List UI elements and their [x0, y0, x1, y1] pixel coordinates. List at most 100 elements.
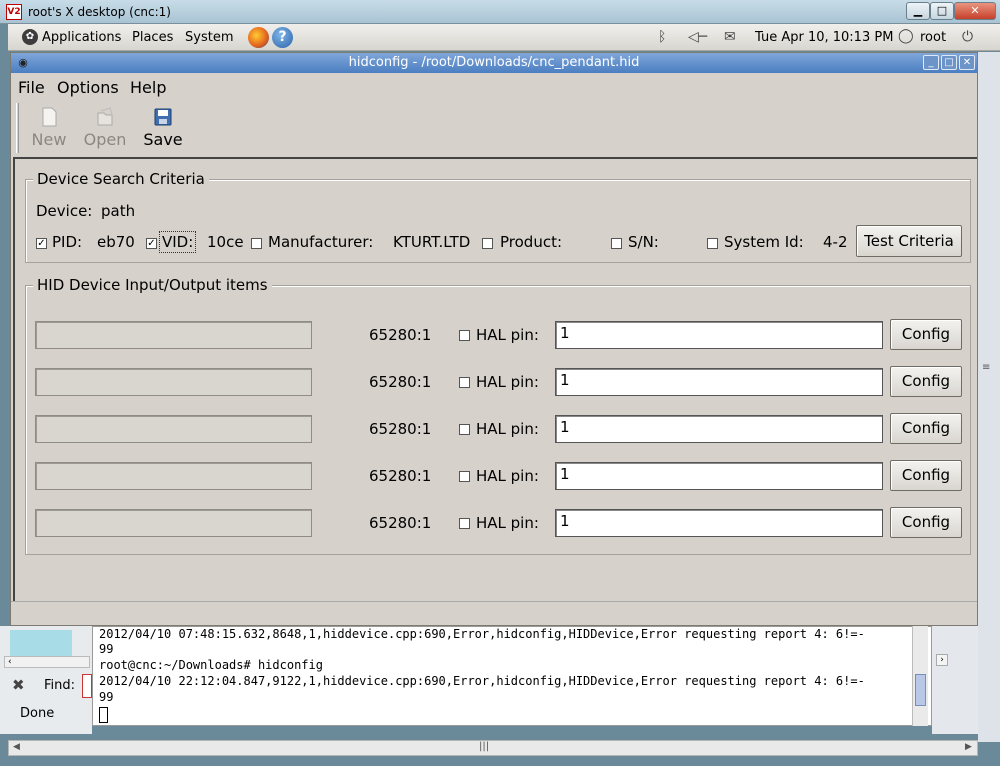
product-checkbox[interactable]	[482, 238, 493, 249]
open-button[interactable]: Open	[81, 103, 129, 153]
applications-menu[interactable]: Applications	[42, 30, 121, 45]
config-button[interactable]: Config	[890, 460, 962, 491]
scroll-left-arrow-icon[interactable]: ◀	[13, 742, 20, 752]
hidconfig-window-title: hidconfig - /root/Downloads/cnc_pendant.…	[348, 55, 640, 70]
hal-pin-checkbox[interactable]	[459, 471, 470, 482]
vnc-window-title: root's X desktop (cnc:1)	[28, 5, 171, 19]
vid-checkbox[interactable]: ✓	[146, 238, 157, 249]
find-label: Find:	[44, 678, 76, 693]
vnc-app-icon: V2	[6, 4, 22, 20]
hscroll-grip-icon: |||	[479, 741, 490, 752]
gnome-top-panel: ✿ Applications Places System ? ᛒ ◁─ ✉ Tu…	[8, 24, 1000, 51]
mail-icon[interactable]: ✉	[724, 29, 736, 45]
hal-pin-label: HAL pin:	[476, 467, 539, 485]
config-button[interactable]: Config	[890, 366, 962, 397]
hal-pin-label: HAL pin:	[476, 326, 539, 344]
shutdown-icon[interactable]: ⏻	[962, 29, 973, 45]
config-button[interactable]: Config	[890, 507, 962, 538]
menu-file[interactable]: File	[18, 78, 45, 97]
menu-help[interactable]: Help	[130, 78, 166, 97]
user-name[interactable]: root	[920, 30, 946, 45]
vnc-minimize-button[interactable]: ▁	[906, 2, 930, 20]
bluetooth-icon[interactable]: ᛒ	[658, 29, 666, 45]
vnc-close-button[interactable]: ✕	[954, 2, 996, 20]
config-button[interactable]: Config	[890, 319, 962, 350]
hal-pin-input[interactable]: 1	[555, 368, 883, 396]
hidconfig-window: ◉ hidconfig - /root/Downloads/cnc_pendan…	[10, 52, 978, 626]
terminal-line: 99	[99, 642, 114, 656]
minimize-button[interactable]: _	[923, 55, 939, 70]
clock[interactable]: Tue Apr 10, 10:13 PM	[755, 30, 893, 45]
places-menu[interactable]: Places	[132, 30, 173, 45]
product-label: Product:	[500, 233, 563, 251]
hidconfig-titlebar[interactable]: ◉ hidconfig - /root/Downloads/cnc_pendan…	[11, 53, 977, 73]
hal-pin-input[interactable]: 1	[555, 321, 883, 349]
terminal-cursor	[99, 707, 108, 723]
hal-pin-checkbox[interactable]	[459, 424, 470, 435]
io-value-readout	[35, 321, 312, 349]
new-button-label: New	[31, 130, 67, 149]
terminal[interactable]: 2012/04/10 07:48:15.632,8648,1,hiddevice…	[92, 626, 932, 726]
save-button[interactable]: Save	[139, 103, 187, 153]
browser-background: ‹ ✖ Find: Done	[0, 626, 92, 734]
toolbar-grip[interactable]	[16, 103, 19, 153]
open-folder-icon	[97, 107, 113, 126]
system-id-checkbox[interactable]	[707, 238, 718, 249]
gnome-foot-icon[interactable]: ✿	[22, 29, 38, 45]
hal-pin-label: HAL pin:	[476, 420, 539, 438]
pid-value: eb70	[97, 233, 135, 251]
hal-pin-checkbox[interactable]	[459, 518, 470, 529]
toolbar: New Open Save	[11, 101, 977, 157]
scroll-right-arrow-icon[interactable]: ▶	[965, 742, 972, 752]
io-usage-label: 65280:1	[369, 373, 432, 391]
io-usage-label: 65280:1	[369, 420, 432, 438]
pid-label: PID:	[52, 233, 83, 251]
vnc-maximize-button[interactable]: □	[930, 2, 954, 20]
io-value-readout	[35, 462, 312, 490]
pid-checkbox[interactable]: ✓	[36, 238, 47, 249]
help-launcher-icon[interactable]: ?	[272, 27, 293, 48]
test-criteria-button[interactable]: Test Criteria	[856, 225, 962, 257]
scroll-right-icon[interactable]: ›	[936, 654, 948, 666]
terminal-scroll-thumb[interactable]	[915, 674, 926, 706]
vnc-vertical-scrollbar[interactable]: ≡	[978, 52, 1000, 742]
vnc-scroll-grip-icon: ≡	[982, 362, 991, 373]
sn-label: S/N:	[628, 233, 659, 251]
vnc-titlebar: V2 root's X desktop (cnc:1) ▁ □ ✕	[0, 0, 1000, 24]
manufacturer-value: KTURT.LTD	[393, 233, 471, 251]
config-button[interactable]: Config	[890, 413, 962, 444]
io-usage-label: 65280:1	[369, 514, 432, 532]
window-menu-icon[interactable]: ◉	[17, 57, 29, 69]
hal-pin-input[interactable]: 1	[555, 415, 883, 443]
vnc-horizontal-scrollbar[interactable]: ◀ ||| ▶	[8, 740, 978, 756]
maximize-button[interactable]: □	[941, 55, 957, 70]
save-button-label: Save	[143, 130, 183, 149]
system-menu[interactable]: System	[185, 30, 233, 45]
system-id-label: System Id:	[724, 233, 804, 251]
close-button[interactable]: ✕	[959, 55, 975, 70]
hal-pin-checkbox[interactable]	[459, 377, 470, 388]
find-input[interactable]	[82, 674, 92, 698]
open-button-label: Open	[83, 130, 127, 149]
io-usage-label: 65280:1	[369, 326, 432, 344]
vid-label: VID:	[159, 231, 197, 253]
system-id-value: 4-2	[823, 233, 848, 251]
volume-icon[interactable]: ◁─	[688, 29, 707, 45]
find-close-icon[interactable]: ✖	[12, 676, 25, 694]
hal-pin-label: HAL pin:	[476, 514, 539, 532]
user-icon[interactable]: ◯	[898, 28, 914, 44]
sn-checkbox[interactable]	[611, 238, 622, 249]
manufacturer-checkbox[interactable]	[251, 238, 262, 249]
firefox-launcher-icon[interactable]	[248, 27, 269, 48]
hal-pin-checkbox[interactable]	[459, 330, 470, 341]
hal-pin-input[interactable]: 1	[555, 509, 883, 537]
device-value: path	[101, 202, 136, 220]
terminal-scrollbar[interactable]	[912, 626, 928, 726]
hal-pin-input[interactable]: 1	[555, 462, 883, 490]
browser-scroll-left-icon[interactable]: ‹	[4, 656, 90, 668]
terminal-line: 99	[99, 690, 114, 704]
terminal-line: 2012/04/10 22:12:04.847,9122,1,hiddevice…	[99, 674, 865, 688]
io-usage-label: 65280:1	[369, 467, 432, 485]
new-button[interactable]: New	[25, 103, 73, 153]
menu-options[interactable]: Options	[57, 78, 119, 97]
